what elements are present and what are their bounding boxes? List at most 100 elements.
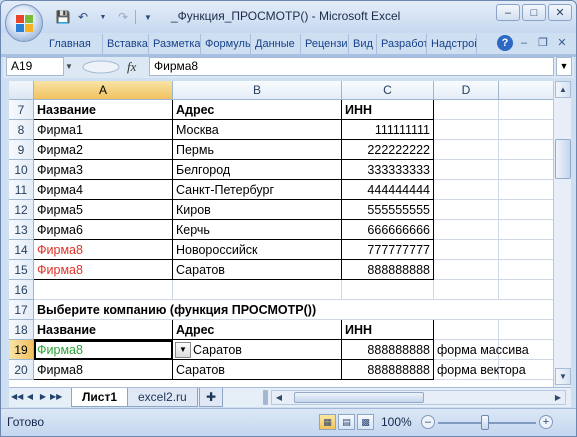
cell-d12[interactable]: [434, 200, 499, 220]
cell-c18[interactable]: ИНН: [342, 320, 434, 340]
cell-b20[interactable]: Саратов: [173, 360, 342, 380]
cell-a7[interactable]: Название: [34, 100, 173, 120]
help-icon[interactable]: ?: [497, 35, 513, 51]
cell-c20[interactable]: 888888888: [342, 360, 434, 380]
tab-addins[interactable]: Надстройки: [427, 34, 477, 54]
tab-view[interactable]: Вид: [349, 34, 377, 54]
zoom-out-icon[interactable]: –: [421, 415, 435, 429]
cell-d15[interactable]: [434, 260, 499, 280]
expand-formula-bar-icon[interactable]: ▼: [556, 57, 572, 76]
cell-b10[interactable]: Белгород: [173, 160, 342, 180]
cell-c9[interactable]: 222222222: [342, 140, 434, 160]
cell-b8[interactable]: Москва: [173, 120, 342, 140]
cell-b18[interactable]: Адрес: [173, 320, 342, 340]
cell-c15[interactable]: 888888888: [342, 260, 434, 280]
row-header[interactable]: 11: [9, 180, 34, 200]
cell-a19[interactable]: Фирма8: [34, 340, 173, 360]
normal-view-icon[interactable]: ▦: [319, 414, 336, 430]
cell-d10[interactable]: [434, 160, 499, 180]
cell-d18[interactable]: [434, 320, 499, 340]
cell-c16[interactable]: [342, 280, 434, 300]
cell-e16[interactable]: [499, 280, 553, 300]
tab-insert[interactable]: Вставка: [103, 34, 149, 54]
cell-a9[interactable]: Фирма2: [34, 140, 173, 160]
cell-c11[interactable]: 444444444: [342, 180, 434, 200]
scroll-up-icon[interactable]: ▲: [555, 81, 571, 98]
maximize-button[interactable]: □: [522, 4, 546, 21]
vertical-scroll-thumb[interactable]: [555, 139, 571, 179]
cell-a12[interactable]: Фирма5: [34, 200, 173, 220]
cell-e7[interactable]: [499, 100, 553, 120]
cell-d7[interactable]: [434, 100, 499, 120]
redo-icon[interactable]: ↷: [115, 9, 131, 25]
cell-a8[interactable]: Фирма1: [34, 120, 173, 140]
cell-b14[interactable]: Новороссийск: [173, 240, 342, 260]
cell-e19[interactable]: [499, 340, 553, 360]
row-header[interactable]: 18: [9, 320, 34, 340]
cell-a14[interactable]: Фирма8: [34, 240, 173, 260]
column-header-c[interactable]: C: [342, 81, 434, 100]
undo-icon[interactable]: ↶: [75, 9, 91, 25]
office-button[interactable]: [5, 4, 43, 42]
cell-e14[interactable]: [499, 240, 553, 260]
insert-function-icon[interactable]: fx: [127, 59, 136, 75]
close-button[interactable]: ✕: [548, 4, 572, 21]
validation-dropdown-icon[interactable]: ▼: [175, 342, 191, 358]
cell-c10[interactable]: 333333333: [342, 160, 434, 180]
cell-a17[interactable]: Выберите компанию (функция ПРОСМОТР()): [34, 300, 316, 320]
sheet-tab-excel2[interactable]: excel2.ru: [127, 388, 198, 407]
cell-c17[interactable]: [342, 300, 434, 320]
column-header-a[interactable]: A: [34, 81, 173, 100]
worksheet-grid[interactable]: A B C D 7 Название Адрес ИНН 8 Фирма1 Москва 11…: [9, 81, 553, 387]
tab-data[interactable]: Данные: [251, 34, 301, 54]
cell-e12[interactable]: [499, 200, 553, 220]
cell-a16[interactable]: [34, 280, 173, 300]
name-box-dropdown-icon[interactable]: ▼: [63, 58, 75, 75]
select-all-corner[interactable]: [9, 81, 34, 100]
zoom-in-icon[interactable]: +: [539, 415, 553, 429]
cell-d17[interactable]: [434, 300, 499, 320]
minimize-button[interactable]: –: [496, 4, 520, 21]
cell-d11[interactable]: [434, 180, 499, 200]
save-icon[interactable]: 💾: [55, 9, 71, 25]
cell-c14[interactable]: 777777777: [342, 240, 434, 260]
cell-d16[interactable]: [434, 280, 499, 300]
horizontal-scrollbar[interactable]: ◀ ▶: [271, 390, 566, 405]
cell-b19[interactable]: Саратов: [173, 340, 342, 360]
next-sheet-icon[interactable]: ▶: [37, 390, 49, 404]
page-layout-view-icon[interactable]: ▤: [338, 414, 355, 430]
ribbon-close-icon[interactable]: ✕: [554, 35, 570, 51]
sheet-tab-list1[interactable]: Лист1: [71, 388, 129, 407]
tab-review[interactable]: Рецензирование: [301, 34, 349, 54]
row-header[interactable]: 14: [9, 240, 34, 260]
row-header[interactable]: 13: [9, 220, 34, 240]
cell-b7[interactable]: Адрес: [173, 100, 342, 120]
cell-d13[interactable]: [434, 220, 499, 240]
row-header[interactable]: 8: [9, 120, 34, 140]
cell-b13[interactable]: Керчь: [173, 220, 342, 240]
cell-a10[interactable]: Фирма3: [34, 160, 173, 180]
scroll-left-icon[interactable]: ◀: [272, 391, 286, 404]
row-header[interactable]: 12: [9, 200, 34, 220]
row-header[interactable]: 9: [9, 140, 34, 160]
cell-b16[interactable]: [173, 280, 342, 300]
insert-sheet-icon[interactable]: ✚: [199, 388, 224, 407]
scroll-down-icon[interactable]: ▼: [555, 368, 571, 385]
zoom-slider-knob[interactable]: [481, 415, 489, 430]
formula-input[interactable]: Фирма8: [149, 57, 554, 76]
cell-c8[interactable]: 111111111: [342, 120, 434, 140]
zoom-level[interactable]: 100%: [381, 415, 412, 429]
cell-e8[interactable]: [499, 120, 553, 140]
prev-sheet-icon[interactable]: ◀: [24, 390, 36, 404]
first-sheet-icon[interactable]: ◀◀: [11, 390, 23, 404]
row-header[interactable]: 10: [9, 160, 34, 180]
customize-qat-icon[interactable]: ▼: [140, 9, 156, 25]
row-header[interactable]: 20: [9, 360, 34, 380]
cell-b11[interactable]: Санкт-Петербург: [173, 180, 342, 200]
scroll-right-icon[interactable]: ▶: [551, 391, 565, 404]
cell-b15[interactable]: Саратов: [173, 260, 342, 280]
cell-a20[interactable]: Фирма8: [34, 360, 173, 380]
row-header[interactable]: 19: [9, 340, 34, 360]
name-box[interactable]: A19: [6, 57, 64, 76]
column-header-e[interactable]: [499, 81, 553, 100]
